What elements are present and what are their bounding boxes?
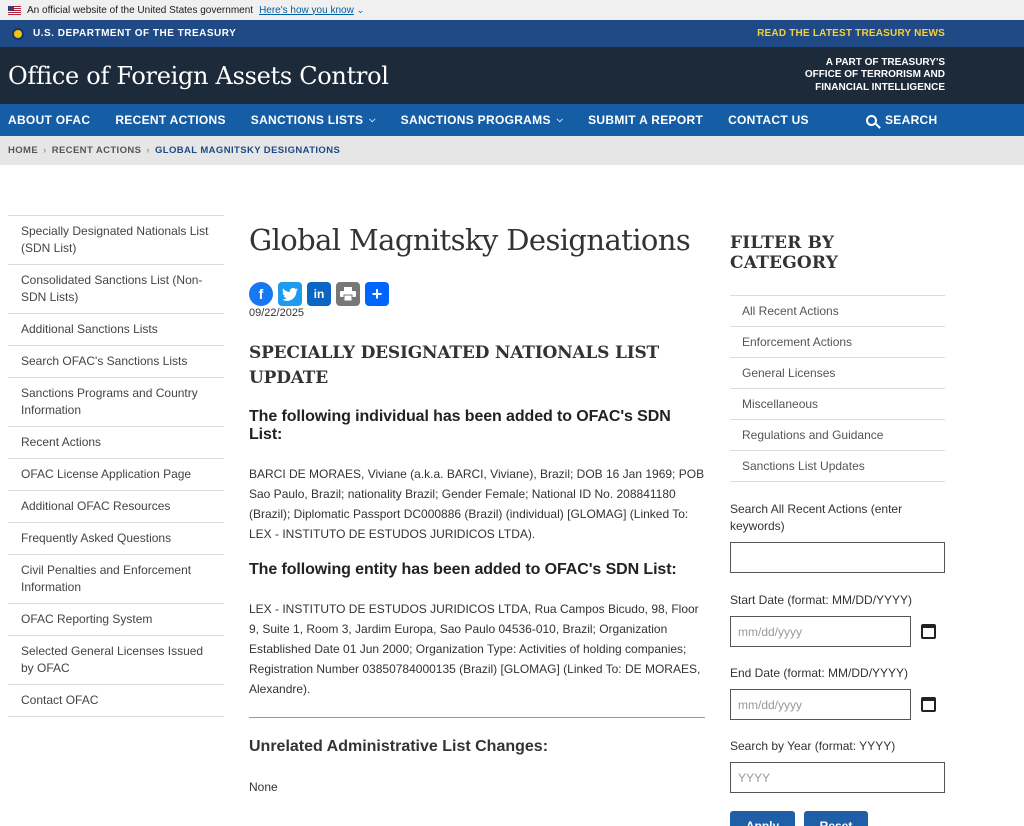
sidebar-item-faq[interactable]: Frequently Asked Questions [8,523,224,555]
keyword-search-label: Search All Recent Actions (enter keyword… [730,502,903,533]
nav-sanctions-lists[interactable]: SANCTIONS LISTS ⌵ [251,113,376,127]
nav-search-label: SEARCH [885,113,938,127]
sidebar-item-license-application[interactable]: OFAC License Application Page [8,459,224,491]
site-title[interactable]: Office of Foreign Assets Control [8,62,389,90]
heres-how-you-know-link[interactable]: Here's how you know [259,5,354,16]
sidebar-item-resources[interactable]: Additional OFAC Resources [8,491,224,523]
sidebar-nav: Specially Designated Nationals List (SDN… [8,215,224,717]
filter-title: FILTER BY CATEGORY [730,233,839,273]
reset-button[interactable]: Reset [804,811,868,826]
individual-entry: BARCI DE MORAES, Viviane (a.k.a. BARCI, … [249,467,705,541]
calendar-icon[interactable] [921,697,936,712]
chevron-down-icon: ⌵ [556,115,564,124]
sidebar-item-sdn-list[interactable]: Specially Designated Nationals List (SDN… [8,216,224,265]
sidebar-item-consolidated-list[interactable]: Consolidated Sanctions List (Non-SDN Lis… [8,265,224,314]
entity-entry: LEX - INSTITUTO DE ESTUDOS JURIDICOS LTD… [249,602,701,696]
year-input[interactable]: YYYY [730,762,945,793]
treasury-bar: U.S. DEPARTMENT OF THE TREASURY READ THE… [0,20,1024,47]
main-nav: ABOUT OFAC RECENT ACTIONS SANCTIONS LIST… [0,104,1024,136]
share-buttons: f in + [249,282,705,306]
linkedin-icon[interactable]: in [307,282,331,306]
nav-label: ABOUT OFAC [8,113,91,127]
sdn-update-heading: SPECIALLY DESIGNATED NATIONALS LIST UPDA… [249,343,659,388]
category-all-recent-actions[interactable]: All Recent Actions [730,296,945,327]
end-date-input[interactable]: mm/dd/yyyy [730,689,911,720]
category-enforcement-actions[interactable]: Enforcement Actions [730,327,945,358]
treasury-home-link[interactable]: U.S. DEPARTMENT OF THE TREASURY [12,27,237,40]
tagline-line-2: OFFICE OF TERRORISM AND [804,69,945,81]
apply-button[interactable]: Apply [730,811,795,826]
start-date-input[interactable]: mm/dd/yyyy [730,616,911,647]
individual-heading: The following individual has been added … [249,408,671,443]
breadcrumb: HOME › RECENT ACTIONS › GLOBAL MAGNITSKY… [0,136,1024,165]
site-header: Office of Foreign Assets Control A PART … [0,47,1024,104]
nav-label: RECENT ACTIONS [115,113,226,127]
nav-search-button[interactable]: SEARCH [866,104,937,136]
us-flag-icon [8,5,21,15]
sidebar-item-additional-lists[interactable]: Additional Sanctions Lists [8,314,224,346]
nav-label: SANCTIONS PROGRAMS [400,113,551,127]
nav-about-ofac[interactable]: ABOUT OFAC [8,113,90,127]
calendar-icon[interactable] [921,624,936,639]
breadcrumb-recent-actions[interactable]: RECENT ACTIONS [52,145,142,156]
divider [249,717,705,718]
treasury-seal-icon [12,27,24,40]
tagline-line-1: A PART OF TREASURY'S [825,56,945,68]
category-list: All Recent Actions Enforcement Actions G… [730,295,945,482]
publish-date: 09/22/2025 [249,307,305,319]
sidebar-item-search-lists[interactable]: Search OFAC's Sanctions Lists [8,346,224,378]
filter-panel: FILTER BY CATEGORY All Recent Actions En… [730,233,945,826]
nav-recent-actions[interactable]: RECENT ACTIONS [115,113,225,127]
category-regulations-guidance[interactable]: Regulations and Guidance [730,420,945,451]
treasury-name: U.S. DEPARTMENT OF THE TREASURY [33,28,237,39]
facebook-icon[interactable]: f [249,282,273,306]
sidebar-item-programs[interactable]: Sanctions Programs and Country Informati… [8,378,224,427]
unrelated-changes-heading: Unrelated Administrative List Changes: [249,738,549,755]
end-date-row: mm/dd/yyyy [730,689,945,720]
filter-buttons: Apply Reset [730,811,945,826]
nav-label: SANCTIONS LISTS [250,113,364,127]
year-label: Search by Year (format: YYYY) [730,739,896,753]
category-miscellaneous[interactable]: Miscellaneous [730,389,945,420]
sidebar-item-general-licenses[interactable]: Selected General Licenses Issued by OFAC [8,636,224,685]
chevron-down-icon[interactable]: ⌄ [357,5,365,16]
sidebar-item-contact[interactable]: Contact OFAC [8,685,224,717]
page-title: Global Magnitsky Designations [249,223,691,257]
end-date-label: End Date (format: MM/DD/YYYY) [730,666,909,680]
entity-heading: The following entity has been added to O… [249,561,677,578]
category-general-licenses[interactable]: General Licenses [730,358,945,389]
sidebar-item-recent-actions[interactable]: Recent Actions [8,427,224,459]
chevron-down-icon: ⌵ [369,115,376,124]
nav-label: CONTACT US [728,113,809,127]
nav-submit-report[interactable]: SUBMIT A REPORT [588,113,703,127]
chevron-right-icon: › [43,145,47,156]
sidebar-item-reporting-system[interactable]: OFAC Reporting System [8,604,224,636]
start-date-row: mm/dd/yyyy [730,616,945,647]
print-icon[interactable] [336,282,360,306]
main-content: Global Magnitsky Designations f in + 09/… [249,220,705,794]
keyword-search-input[interactable] [730,542,945,573]
gov-banner-text: An official website of the United States… [27,4,254,16]
sidebar-item-civil-penalties[interactable]: Civil Penalties and Enforcement Informat… [8,555,224,604]
tagline-line-3: FINANCIAL INTELLIGENCE [815,81,945,93]
tfi-tagline[interactable]: A PART OF TREASURY'S OFFICE OF TERRORISM… [805,57,945,95]
breadcrumb-current: GLOBAL MAGNITSKY DESIGNATIONS [154,145,341,156]
search-icon [866,114,877,126]
nav-label: SUBMIT A REPORT [588,113,704,127]
treasury-news-link[interactable]: READ THE LATEST TREASURY NEWS [757,28,945,39]
category-sanctions-list-updates[interactable]: Sanctions List Updates [730,451,945,482]
nav-sanctions-programs[interactable]: SANCTIONS PROGRAMS ⌵ [401,113,563,127]
chevron-right-icon: › [146,145,150,156]
nav-contact-us[interactable]: CONTACT US [728,113,809,127]
share-plus-icon[interactable]: + [365,282,389,306]
unrelated-changes-text: None [249,780,278,794]
gov-banner: An official website of the United States… [0,0,1024,20]
start-date-label: Start Date (format: MM/DD/YYYY) [730,593,913,607]
breadcrumb-home[interactable]: HOME [8,145,38,156]
twitter-icon[interactable] [278,282,302,306]
